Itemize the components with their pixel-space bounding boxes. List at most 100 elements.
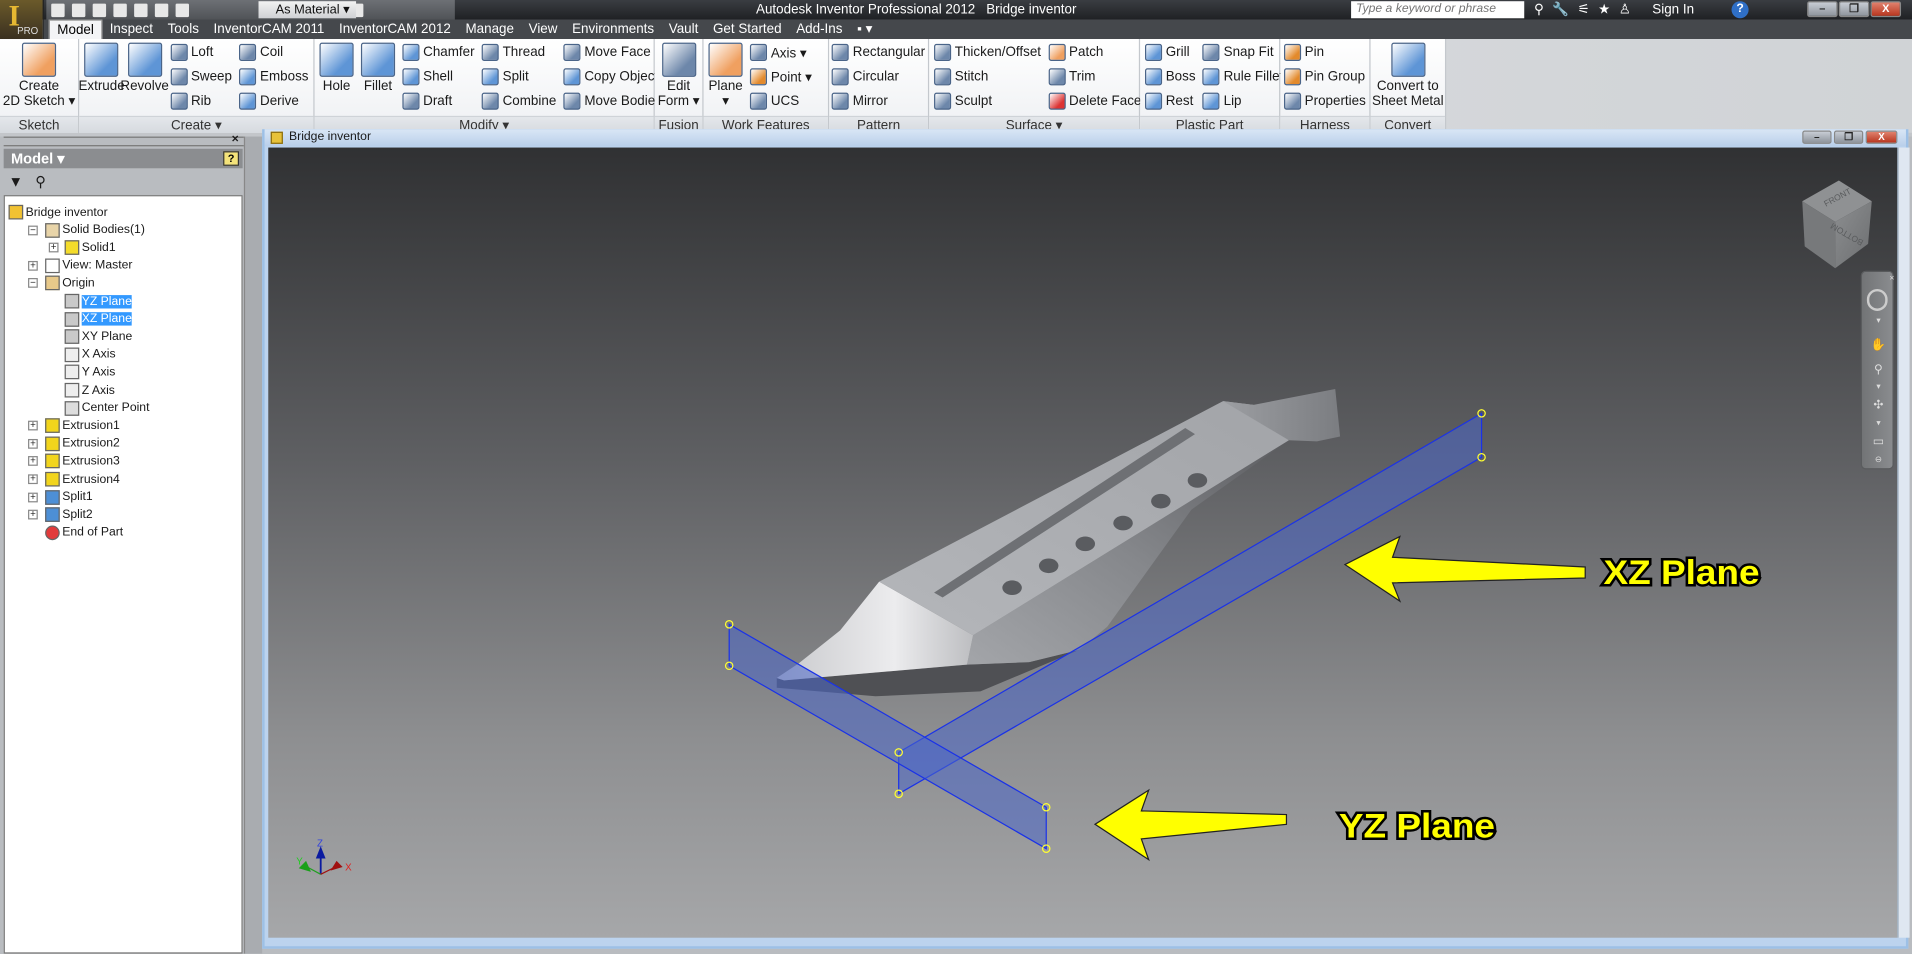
return-icon[interactable] xyxy=(154,3,169,17)
undo-icon[interactable] xyxy=(113,3,127,17)
tree-item[interactable]: Origin xyxy=(45,275,95,292)
application-menu-button[interactable]: I PRO xyxy=(0,0,44,40)
convert-to-sheet-metal-button[interactable]: Convert to Sheet Metal xyxy=(1372,42,1444,109)
properties-button[interactable]: Properties xyxy=(1283,91,1366,111)
tree-item[interactable]: Z Axis xyxy=(64,382,115,399)
user-icon[interactable]: ♙ xyxy=(1619,1,1631,17)
loft-button[interactable]: Loft xyxy=(170,43,232,63)
tree-item[interactable]: Extrusion1 xyxy=(45,417,120,434)
viewport-scrollbar[interactable] xyxy=(1897,147,1910,938)
minimize-button[interactable]: – xyxy=(1807,1,1838,18)
redo-icon[interactable] xyxy=(134,3,148,17)
delete-face-button[interactable]: Delete Face xyxy=(1048,91,1141,111)
point-button[interactable]: Point ▾ xyxy=(750,67,812,87)
move-bodies-button[interactable]: Move Bodies xyxy=(563,91,662,111)
lip-button[interactable]: Lip xyxy=(1202,91,1283,111)
extrude-button[interactable]: Extrude xyxy=(78,42,125,94)
satellite-icon[interactable]: ⚟ xyxy=(1578,1,1590,17)
look-at-icon[interactable]: ▭ xyxy=(1869,435,1887,450)
tab-view[interactable]: View xyxy=(521,20,564,40)
doc-close-button[interactable]: X xyxy=(1865,130,1898,144)
patch-button[interactable]: Patch xyxy=(1048,43,1141,63)
create-2d-sketch-button[interactable]: Create 2D Sketch ▾ xyxy=(3,42,75,109)
wrench-icon[interactable]: 🔧 xyxy=(1552,1,1569,17)
expand-icon[interactable]: + xyxy=(48,242,59,253)
mirror-button[interactable]: Mirror xyxy=(832,91,925,111)
circular-button[interactable]: Circular xyxy=(832,67,925,87)
derive-button[interactable]: Derive xyxy=(239,91,308,111)
zoom-icon[interactable]: ⚲ xyxy=(1869,363,1887,378)
panel-splitter[interactable] xyxy=(243,136,263,954)
tab-inventorcam-2012[interactable]: InventorCAM 2012 xyxy=(332,20,458,40)
material-dropdown[interactable]: As Material ▾ xyxy=(258,1,357,19)
trim-button[interactable]: Trim xyxy=(1048,67,1141,87)
tab-inventorcam-2011[interactable]: InventorCAM 2011 xyxy=(206,20,331,40)
thread-button[interactable]: Thread xyxy=(481,43,556,63)
browser-help-icon[interactable]: ? xyxy=(223,151,240,166)
expand-icon[interactable]: + xyxy=(28,492,38,502)
tab-display-options[interactable]: ▪ ▾ xyxy=(850,20,880,40)
tab-model[interactable]: Model xyxy=(48,19,103,40)
chevron-down-icon[interactable]: ▾ xyxy=(1869,418,1887,433)
tree-item[interactable]: View: Master xyxy=(45,257,132,274)
hole-button[interactable]: Hole xyxy=(319,42,354,94)
browser-title[interactable]: Model ▾ xyxy=(3,148,243,169)
grill-button[interactable]: Grill xyxy=(1145,43,1196,63)
copy-object-button[interactable]: Copy Object xyxy=(563,67,662,87)
combine-button[interactable]: Combine xyxy=(481,91,556,111)
expand-icon[interactable]: + xyxy=(28,260,38,271)
ucs-button[interactable]: UCS xyxy=(750,91,812,111)
coil-button[interactable]: Coil xyxy=(239,43,308,63)
collapse-icon[interactable]: − xyxy=(28,278,38,289)
sign-in-button[interactable]: Sign In xyxy=(1652,2,1694,17)
tree-item[interactable]: X Axis xyxy=(64,346,116,363)
chevron-down-icon[interactable]: ▾ xyxy=(1869,382,1887,397)
revolve-button[interactable]: Revolve xyxy=(120,42,169,94)
select-icon[interactable] xyxy=(175,3,190,17)
split-button[interactable]: Split xyxy=(481,67,556,87)
plane-button[interactable]: Plane ▾ xyxy=(708,42,743,109)
tab-manage[interactable]: Manage xyxy=(458,20,521,40)
rectangular-button[interactable]: Rectangular xyxy=(832,43,925,63)
open-icon[interactable] xyxy=(71,3,86,17)
tree-item[interactable]: XZ Plane xyxy=(64,310,132,327)
close-navbar-icon[interactable]: × xyxy=(1883,274,1901,289)
tab-tools[interactable]: Tools xyxy=(160,20,206,40)
maximize-button[interactable]: ❐ xyxy=(1838,1,1870,18)
find-icon[interactable]: ⚲ xyxy=(35,173,46,190)
tree-item[interactable]: YZ Plane xyxy=(64,293,132,310)
close-panel-icon[interactable]: × xyxy=(232,133,239,146)
rib-button[interactable]: Rib xyxy=(170,91,232,111)
orbit-icon[interactable]: ✣ xyxy=(1869,399,1887,414)
tab-vault[interactable]: Vault xyxy=(661,20,705,40)
ribbon-group-label[interactable]: Sketch xyxy=(0,115,79,133)
tab-inspect[interactable]: Inspect xyxy=(102,20,160,40)
expand-icon[interactable]: + xyxy=(28,509,38,520)
pan-icon[interactable]: ✋ xyxy=(1869,339,1887,354)
steering-wheel-icon[interactable] xyxy=(1866,288,1888,311)
tab-add-ins[interactable]: Add-Ins xyxy=(789,20,850,40)
new-icon[interactable] xyxy=(51,3,65,17)
tree-item[interactable]: Bridge inventor xyxy=(8,204,108,221)
tree-item[interactable]: Y Axis xyxy=(64,364,115,381)
tree-item[interactable]: Extrusion2 xyxy=(45,435,120,452)
pin-button[interactable]: Pin xyxy=(1283,43,1366,63)
pin-group-button[interactable]: Pin Group xyxy=(1283,67,1366,87)
expand-icon[interactable]: + xyxy=(28,438,38,449)
expand-icon[interactable]: + xyxy=(28,420,38,431)
boss-button[interactable]: Boss xyxy=(1145,67,1196,87)
fillet-button[interactable]: Fillet xyxy=(360,42,396,94)
chevron-down-icon[interactable]: ▾ xyxy=(1869,316,1887,331)
tree-item[interactable]: End of Part xyxy=(45,524,123,541)
tree-item[interactable]: Solid Bodies(1) xyxy=(45,221,145,238)
search-input[interactable] xyxy=(1351,1,1525,19)
tree-item[interactable]: XY Plane xyxy=(64,328,132,345)
close-button[interactable]: X xyxy=(1870,1,1902,18)
save-icon[interactable] xyxy=(92,3,107,17)
edit-form-button[interactable]: Edit Form ▾ xyxy=(658,42,699,109)
filter-icon[interactable]: ▼ xyxy=(9,173,23,190)
sculpt-button[interactable]: Sculpt xyxy=(934,91,1041,111)
stitch-button[interactable]: Stitch xyxy=(934,67,1041,87)
doc-restore-button[interactable]: ❐ xyxy=(1833,130,1864,144)
axis-button[interactable]: Axis ▾ xyxy=(750,43,812,63)
